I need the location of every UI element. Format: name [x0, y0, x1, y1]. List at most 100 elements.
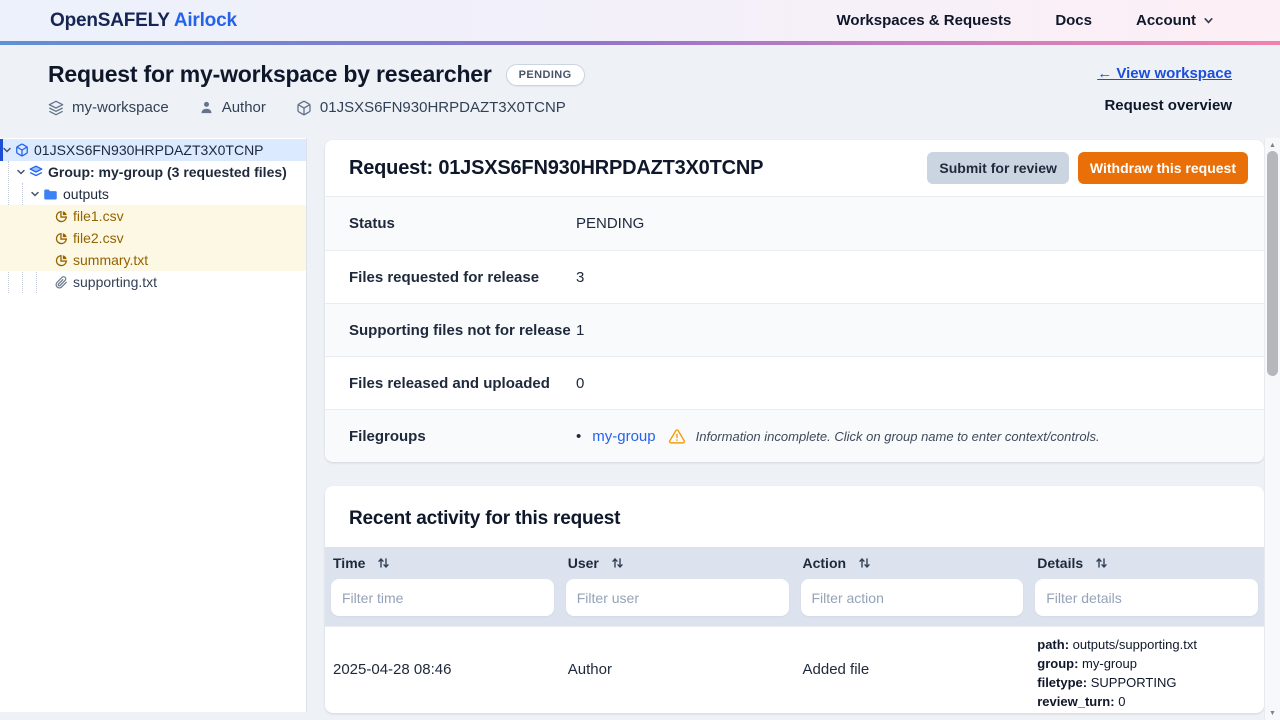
recent-activity-card: Recent activity for this request Time Us… — [325, 486, 1264, 713]
scrollbar-down-arrow[interactable]: ▼ — [1265, 706, 1280, 720]
filter-action-input[interactable] — [801, 579, 1024, 616]
chevron-down-icon — [1203, 15, 1214, 26]
nav-account-menu[interactable]: Account — [1136, 12, 1214, 29]
detail-key: path: — [1037, 637, 1069, 652]
user-icon — [199, 100, 214, 115]
request-card-title: Request: 01JSXS6FN930HRPDAZT3X0TCNP — [349, 157, 763, 180]
nav-docs[interactable]: Docs — [1055, 12, 1092, 29]
detail-line: review_turn: 0 — [1037, 692, 1256, 711]
tree-item-file1[interactable]: file1.csv — [0, 205, 306, 227]
nav-workspaces-requests[interactable]: Workspaces & Requests — [837, 12, 1012, 29]
detail-key: filetype: — [1037, 675, 1087, 690]
navbar: OpenSAFELY Airlock Workspaces & Requests… — [0, 0, 1280, 41]
cube-icon — [15, 143, 29, 157]
tree-item-label: summary.txt — [73, 252, 148, 268]
column-label: Action — [803, 555, 847, 571]
info-row-files-released: Files released and uploaded 0 — [325, 356, 1264, 409]
page-header: Request for my-workspace by researcher P… — [0, 45, 1280, 138]
scrollbar-thumb[interactable] — [1267, 151, 1278, 376]
column-label: Details — [1037, 555, 1083, 571]
filegroup-link[interactable]: my-group — [592, 428, 655, 445]
activity-action: Added file — [795, 627, 1030, 712]
tree-item-summary[interactable]: summary.txt — [0, 249, 306, 271]
activity-details: path: outputs/supporting.txt group: my-g… — [1029, 627, 1264, 712]
detail-line: filetype: SUPPORTING — [1037, 673, 1256, 692]
layers-icon — [48, 100, 64, 116]
bullet: • — [576, 428, 581, 445]
info-label: Supporting files not for release — [349, 322, 576, 339]
filter-details-input[interactable] — [1035, 579, 1258, 616]
info-value: 1 — [576, 322, 584, 339]
sort-time-header[interactable]: Time — [325, 547, 560, 579]
sort-icon — [1096, 557, 1107, 569]
tree-item-label: outputs — [63, 186, 109, 202]
chevron-down-icon[interactable] — [30, 189, 40, 199]
sort-icon — [378, 557, 389, 569]
view-workspace-link[interactable]: ← View workspace — [1097, 65, 1232, 82]
column-label: User — [568, 555, 599, 571]
sort-user-header[interactable]: User — [560, 547, 795, 579]
meta-workspace: my-workspace — [48, 99, 169, 116]
page-scrollbar[interactable]: ▲ ▼ — [1264, 138, 1280, 720]
filter-user-input[interactable] — [566, 579, 789, 616]
column-label: Time — [333, 555, 365, 571]
detail-value: outputs/supporting.txt — [1073, 637, 1197, 652]
info-label: Files requested for release — [349, 269, 576, 286]
request-overview-label: Request overview — [1097, 97, 1232, 114]
nav-account-label: Account — [1136, 12, 1196, 29]
brand-logo[interactable]: OpenSAFELY Airlock — [50, 10, 237, 32]
sort-details-header[interactable]: Details — [1029, 547, 1264, 579]
tree-item-supporting[interactable]: supporting.txt — [0, 271, 306, 293]
sort-icon — [612, 557, 623, 569]
request-meta: my-workspace Author 01JSXS6FN930HRPDAZT3… — [48, 99, 1232, 116]
tree-item-label: Group: my-group (3 requested files) — [48, 164, 287, 180]
info-value: 3 — [576, 269, 584, 286]
tree-item-label: supporting.txt — [73, 274, 157, 290]
meta-author: Author — [199, 99, 266, 116]
layers-icon — [29, 165, 43, 179]
recent-activity-title: Recent activity for this request — [325, 486, 1264, 547]
detail-value: 0 — [1118, 694, 1125, 709]
tree-item-outputs-folder[interactable]: outputs — [0, 183, 306, 205]
meta-workspace-label: my-workspace — [72, 99, 169, 116]
chevron-down-icon[interactable] — [16, 167, 26, 177]
tree-item-label: 01JSXS6FN930HRPDAZT3X0TCNP — [34, 142, 264, 158]
chevron-down-icon[interactable] — [2, 145, 12, 155]
filegroup-warning-text: Information incomplete. Click on group n… — [696, 429, 1100, 444]
cube-icon — [296, 100, 312, 116]
file-tree-sidebar: 01JSXS6FN930HRPDAZT3X0TCNP Group: my-gro… — [0, 138, 307, 712]
tree-item-file2[interactable]: file2.csv — [0, 227, 306, 249]
request-details-card: Request: 01JSXS6FN930HRPDAZT3X0TCNP Subm… — [325, 140, 1264, 462]
activity-filter-row — [325, 579, 1264, 626]
activity-time: 2025-04-28 08:46 — [325, 627, 560, 712]
info-label: Status — [349, 215, 576, 232]
tree-item-label: file1.csv — [73, 208, 124, 224]
main-panel: Request: 01JSXS6FN930HRPDAZT3X0TCNP Subm… — [307, 138, 1280, 720]
meta-author-label: Author — [222, 99, 266, 116]
activity-table-header: Time User Action Details — [325, 547, 1264, 579]
scrollbar-up-arrow[interactable]: ▲ — [1265, 138, 1280, 152]
tree-item-label: file2.csv — [73, 230, 124, 246]
brand-primary: OpenSAFELY — [50, 10, 169, 31]
submit-for-review-button[interactable]: Submit for review — [927, 152, 1068, 184]
detail-line: group: my-group — [1037, 654, 1256, 673]
detail-value: SUPPORTING — [1091, 675, 1177, 690]
withdraw-request-button[interactable]: Withdraw this request — [1078, 152, 1248, 184]
tree-item-request-root[interactable]: 01JSXS6FN930HRPDAZT3X0TCNP — [0, 139, 306, 161]
activity-user: Author — [560, 627, 795, 712]
warning-icon — [668, 428, 686, 445]
folder-icon — [43, 188, 58, 201]
info-row-files-requested: Files requested for release 3 — [325, 250, 1264, 303]
detail-key: review_turn: — [1037, 694, 1114, 709]
page-title: Request for my-workspace by researcher — [48, 61, 492, 88]
info-row-status: Status PENDING — [325, 197, 1264, 250]
detail-line: path: outputs/supporting.txt — [1037, 635, 1256, 654]
tree-item-group[interactable]: Group: my-group (3 requested files) — [0, 161, 306, 183]
filter-time-input[interactable] — [331, 579, 554, 616]
pie-chart-icon — [55, 210, 68, 223]
info-row-supporting-files: Supporting files not for release 1 — [325, 303, 1264, 356]
info-label: Files released and uploaded — [349, 375, 576, 392]
pie-chart-icon — [55, 254, 68, 267]
meta-request-id-label: 01JSXS6FN930HRPDAZT3X0TCNP — [320, 99, 566, 116]
sort-action-header[interactable]: Action — [795, 547, 1030, 579]
